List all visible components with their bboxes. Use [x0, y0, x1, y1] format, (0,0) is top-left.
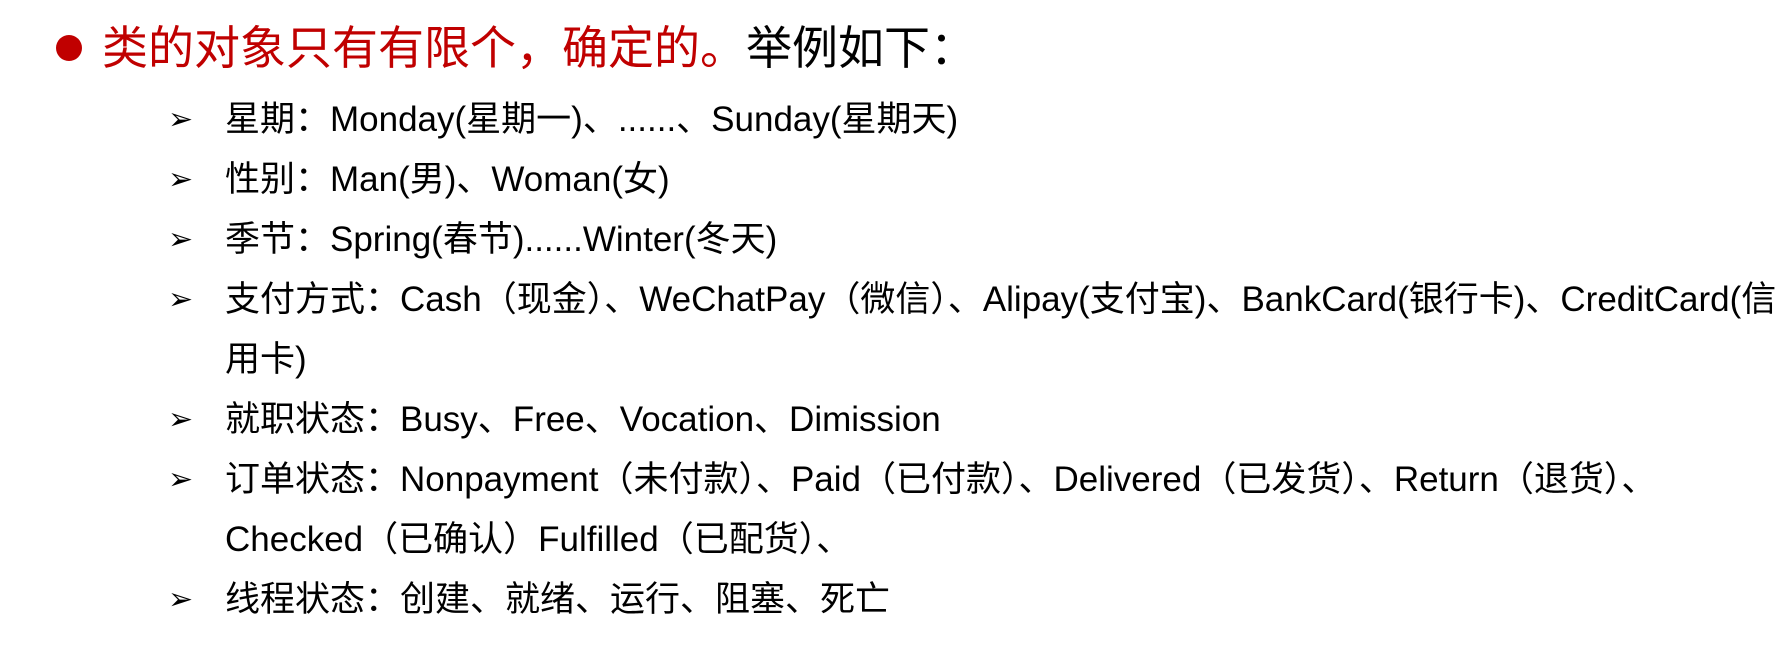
arrow-right-icon: ➢ [168, 463, 194, 496]
list-item: ➢ 订单状态：Nonpayment（未付款）、Paid（已付款）、Delivere… [168, 450, 1778, 570]
item-text: 季节：Spring(春节)......Winter(冬天) [225, 220, 778, 259]
arrow-right-icon: ➢ [168, 403, 194, 436]
item-text: 支付方式：Cash（现金）、WeChatPay（微信）、Alipay(支付宝)、… [225, 280, 1777, 379]
item-text: 订单状态：Nonpayment（未付款）、Paid（已付款）、Delivered… [225, 460, 1657, 559]
title-highlight: 类的对象只有有限个，确定的。 [102, 22, 746, 74]
slide-title: 类的对象只有有限个，确定的。举例如下： [56, 20, 976, 76]
list-item: ➢ 性别：Man(男)、Woman(女) [168, 150, 1778, 210]
list-item: ➢ 星期：Monday(星期一)、......、Sunday(星期天) [168, 90, 1778, 150]
arrow-right-icon: ➢ [168, 163, 194, 196]
arrow-right-icon: ➢ [168, 583, 194, 616]
arrow-right-icon: ➢ [168, 103, 194, 136]
list-item: ➢ 线程状态：创建、就绪、运行、阻塞、死亡 [168, 570, 1778, 630]
list-item: ➢ 就职状态：Busy、Free、Vocation、Dimission [168, 390, 1778, 450]
arrow-right-icon: ➢ [168, 283, 194, 316]
example-list: ➢ 星期：Monday(星期一)、......、Sunday(星期天) ➢ 性别：M… [168, 90, 1778, 630]
bullet-dot-icon [56, 34, 82, 61]
item-text: 就职状态：Busy、Free、Vocation、Dimission [225, 400, 941, 439]
arrow-right-icon: ➢ [168, 223, 194, 256]
list-item: ➢ 支付方式：Cash（现金）、WeChatPay（微信）、Alipay(支付宝)… [168, 270, 1778, 390]
title-rest: 举例如下： [746, 22, 976, 74]
item-text: 性别：Man(男)、Woman(女) [225, 160, 670, 199]
item-text: 星期：Monday(星期一)、......、Sunday(星期天) [225, 100, 959, 139]
list-item: ➢ 季节：Spring(春节)......Winter(冬天) [168, 210, 1778, 270]
item-text: 线程状态：创建、就绪、运行、阻塞、死亡 [225, 580, 891, 619]
